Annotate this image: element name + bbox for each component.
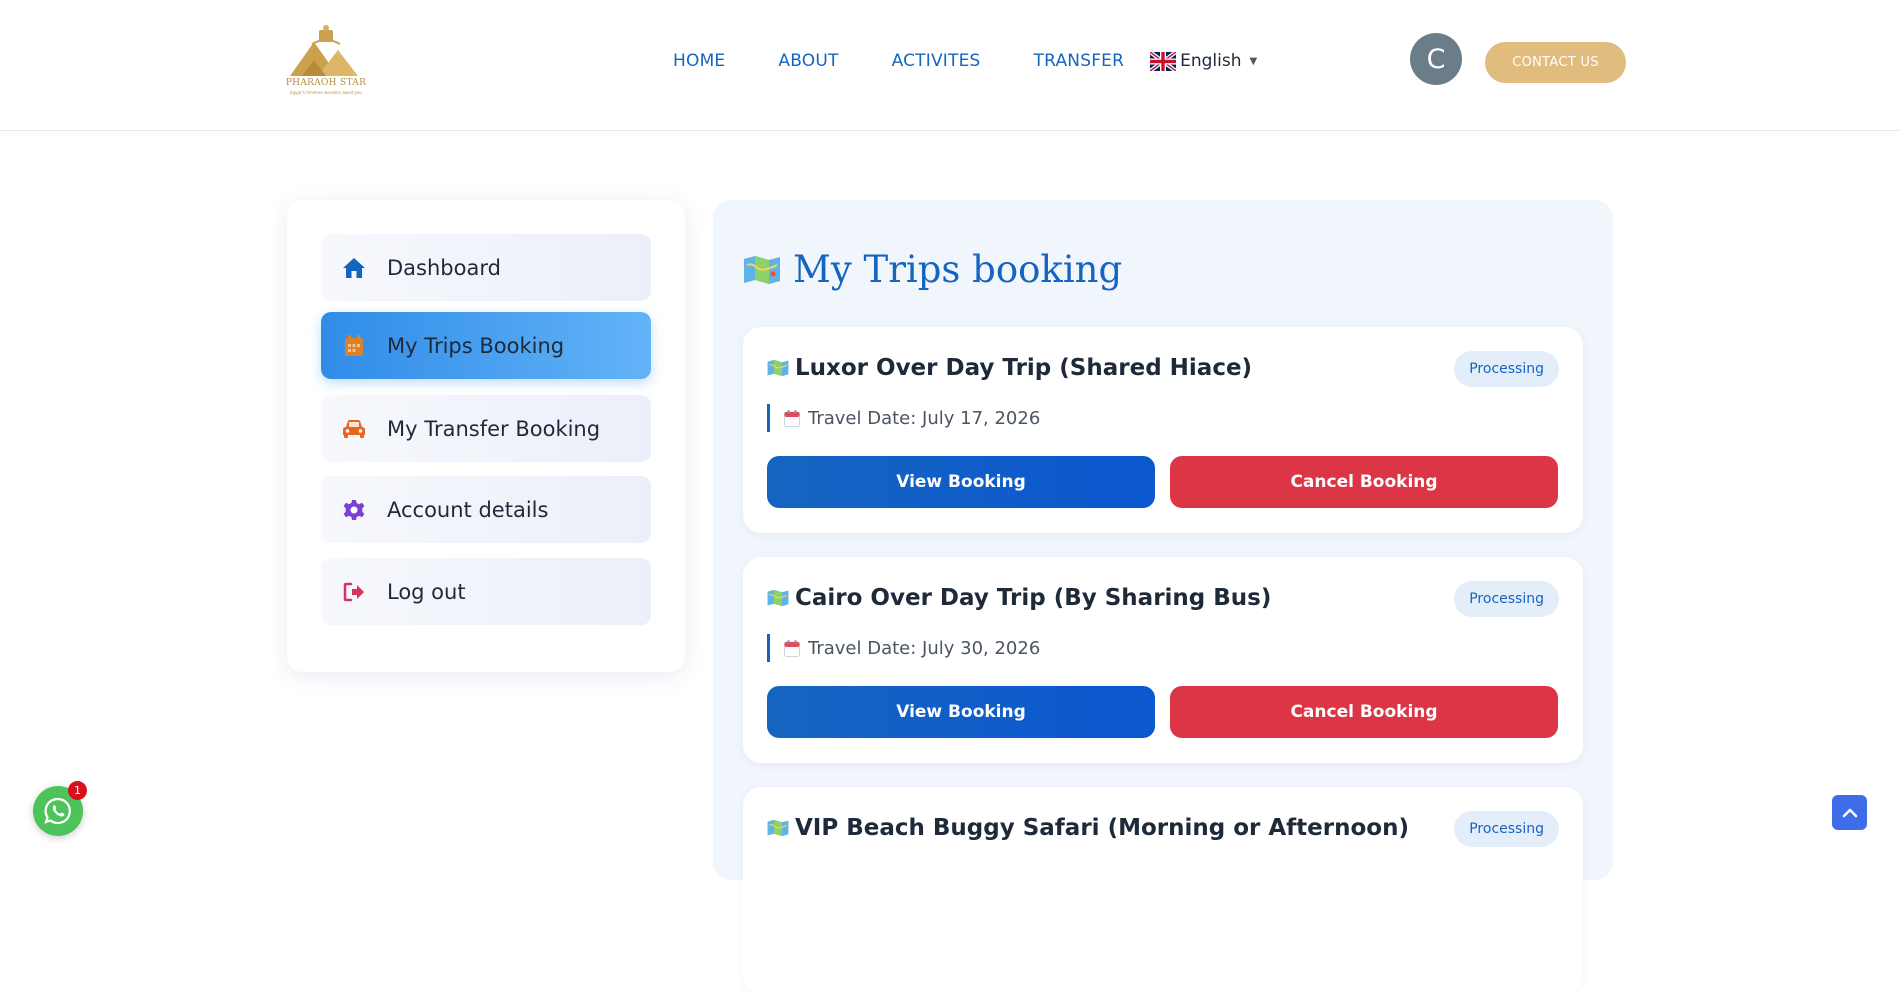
nav-home[interactable]: HOME (673, 51, 725, 71)
account-sidebar: Dashboard My Trips Booking My Transfer B… (287, 200, 685, 672)
sidebar-item-account-details[interactable]: Account details (321, 476, 651, 543)
booking-title-row: VIP Beach Buggy Safari (Morning or After… (767, 815, 1409, 841)
booking-card: Luxor Over Day Trip (Shared Hiace) Proce… (743, 327, 1583, 533)
booking-title-row: Luxor Over Day Trip (Shared Hiace) (767, 355, 1252, 381)
travel-date-text: Travel Date: July 17, 2026 (808, 407, 1041, 429)
logout-icon (341, 579, 367, 605)
travel-date: Travel Date: July 17, 2026 (767, 404, 1040, 432)
travel-date: Travel Date: July 30, 2026 (767, 634, 1040, 662)
map-icon (767, 359, 789, 377)
status-badge: Processing (1454, 811, 1559, 847)
notification-badge: 1 (68, 781, 87, 800)
whatsapp-icon (44, 797, 71, 825)
user-avatar[interactable]: C (1410, 33, 1462, 85)
language-selector[interactable]: English ▼ (1150, 51, 1257, 71)
nav-activites[interactable]: ACTIVITES (892, 51, 981, 71)
booking-title: Cairo Over Day Trip (By Sharing Bus) (795, 585, 1272, 611)
sidebar-item-label: Dashboard (387, 255, 501, 280)
status-badge: Processing (1454, 351, 1559, 387)
sidebar-item-log-out[interactable]: Log out (321, 558, 651, 625)
nav-transfer[interactable]: TRANSFER (1034, 51, 1125, 71)
map-icon (744, 255, 780, 284)
car-icon (341, 416, 367, 442)
status-badge: Processing (1454, 581, 1559, 617)
sidebar-item-my-trips-booking[interactable]: My Trips Booking (321, 312, 651, 379)
scroll-to-top-button[interactable] (1832, 795, 1867, 830)
calendar-icon (784, 409, 800, 427)
cancel-booking-button[interactable]: Cancel Booking (1170, 456, 1558, 508)
sidebar-item-dashboard[interactable]: Dashboard (321, 234, 651, 301)
site-header: PHARAOH STAR Egypt's timeless wonders aw… (0, 0, 1900, 131)
view-booking-button[interactable]: View Booking (767, 456, 1155, 508)
sidebar-item-label: Log out (387, 579, 466, 604)
map-icon (767, 589, 789, 607)
cancel-booking-button[interactable]: Cancel Booking (1170, 686, 1558, 738)
booking-title: VIP Beach Buggy Safari (Morning or After… (795, 815, 1409, 841)
booking-title: Luxor Over Day Trip (Shared Hiace) (795, 355, 1253, 381)
uk-flag-icon (1150, 51, 1177, 71)
booking-card: Cairo Over Day Trip (By Sharing Bus) Pro… (743, 557, 1583, 763)
home-icon (341, 255, 367, 281)
logo-text: PHARAOH STAR (285, 78, 367, 88)
page-title-text: My Trips booking (793, 248, 1123, 291)
trips-booking-panel: My Trips booking Luxor Over Day Trip (Sh… (713, 200, 1613, 993)
map-icon (767, 819, 789, 837)
chevron-up-icon (1842, 808, 1857, 817)
sidebar-item-label: Account details (387, 497, 549, 522)
calendar-icon (341, 333, 367, 359)
view-booking-button[interactable]: View Booking (767, 686, 1155, 738)
language-label: English (1180, 51, 1242, 71)
travel-date-text: Travel Date: July 30, 2026 (808, 637, 1041, 659)
nav-about[interactable]: ABOUT (778, 51, 838, 71)
logo[interactable]: PHARAOH STAR Egypt's timeless wonders aw… (280, 24, 372, 100)
contact-us-button[interactable]: CONTACT US (1485, 42, 1626, 83)
chevron-down-icon: ▼ (1249, 55, 1258, 67)
booking-card: VIP Beach Buggy Safari (Morning or After… (743, 787, 1583, 993)
page-title: My Trips booking (743, 248, 1122, 291)
main-nav: HOME ABOUT ACTIVITES TRANSFER English ▼ (673, 51, 1257, 71)
booking-title-row: Cairo Over Day Trip (By Sharing Bus) (767, 585, 1271, 611)
sidebar-item-my-transfer-booking[interactable]: My Transfer Booking (321, 395, 651, 462)
sidebar-item-label: My Transfer Booking (387, 416, 601, 441)
logo-tagline: Egypt's timeless wonders await you (290, 90, 362, 95)
logo-pyramid-icon (290, 25, 358, 76)
gear-icon (341, 497, 367, 523)
sidebar-item-label: My Trips Booking (387, 333, 565, 358)
calendar-icon (784, 639, 800, 657)
